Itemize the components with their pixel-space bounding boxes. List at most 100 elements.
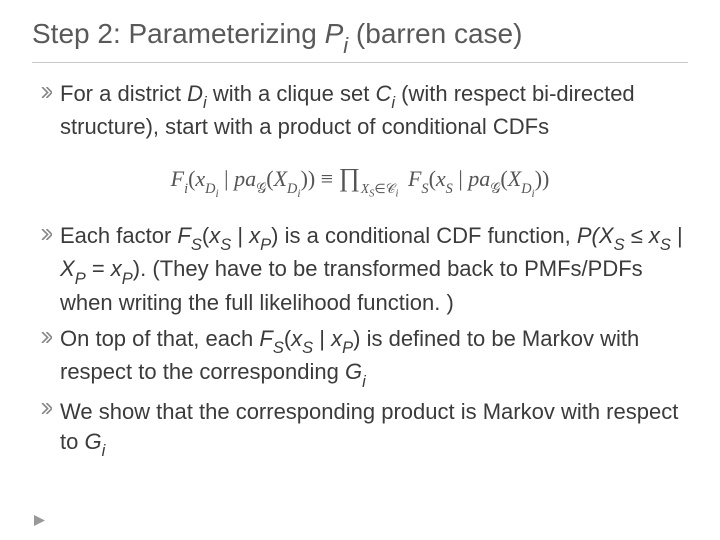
f-pa: pa — [234, 166, 256, 191]
var-X-sub: S — [614, 236, 625, 254]
bullet-icon — [32, 221, 60, 240]
f-bar: | — [219, 166, 234, 191]
var-F-sub: S — [191, 236, 202, 254]
bullet-item: On top of that, each FS(xS | xP) is defi… — [32, 324, 688, 391]
var-x4: x — [111, 256, 122, 281]
slide-title: Step 2: Parameterizing Pi (barren case) — [32, 18, 688, 63]
slide: Step 2: Parameterizing Pi (barren case) … — [0, 0, 720, 540]
bar: | — [313, 326, 331, 351]
var-x2: x — [331, 326, 342, 351]
text-run: Each factor — [60, 223, 177, 248]
var-G-sub: i — [362, 373, 366, 391]
f-rpo: ( — [500, 166, 507, 191]
var-x3-sub: S — [660, 236, 671, 254]
title-pvar-sub: i — [343, 33, 348, 58]
f-equiv: ≡ — [321, 166, 339, 191]
f-rxS: S — [446, 181, 453, 197]
le: ≤ — [625, 223, 649, 248]
f-Di: D — [205, 181, 215, 197]
f-XDi: D — [287, 181, 297, 197]
var-x3: x — [649, 223, 660, 248]
text-run: For a district — [60, 81, 187, 106]
paren: ) — [271, 223, 278, 248]
f-XDii: i — [297, 188, 300, 200]
var-x2-sub: P — [260, 236, 271, 254]
text-run: On top of that, each — [60, 326, 259, 351]
f-rpc: )) — [535, 166, 550, 191]
f-prod: ∏ — [339, 163, 360, 192]
var-X: X — [599, 223, 614, 248]
var-D-sub: i — [203, 94, 207, 112]
f-rx: x — [436, 166, 446, 191]
f-rXDii: i — [532, 188, 535, 200]
f-psIn: ∈ — [374, 181, 386, 196]
var-C-sub: i — [391, 94, 395, 112]
f-x: x — [195, 166, 205, 191]
var-x-sub: S — [302, 339, 313, 357]
f-po: ( — [266, 166, 273, 191]
title-prefix: Step 2: Parameterizing — [32, 18, 325, 49]
formula: Fi(xDi | pa𝒢(XDi)) ≡ ∏XS∈𝒞i FS(xS | pa𝒢(… — [32, 160, 688, 201]
slide-body: For a district Di with a clique set Ci (… — [32, 79, 688, 461]
bar: | — [231, 223, 249, 248]
f-rpa: pa — [468, 166, 490, 191]
bar: | — [671, 223, 683, 248]
f-ro: ( — [429, 166, 436, 191]
var-G: G — [345, 359, 362, 384]
bullet-text: On top of that, each FS(xS | xP) is defi… — [60, 324, 688, 391]
var-F: F — [177, 223, 190, 248]
text-run: with a clique set — [207, 81, 376, 106]
f-F: F — [171, 166, 184, 191]
f-psX: X — [361, 181, 369, 196]
paren: ). — [133, 256, 146, 281]
title-pvar: P — [325, 18, 344, 49]
bullet-text: Each factor FS(xS | xP) is a conditional… — [60, 221, 688, 318]
eq: = — [86, 256, 111, 281]
var-C: C — [375, 81, 391, 106]
bullet-icon — [32, 79, 60, 98]
bullet-text: For a district Di with a clique set Ci (… — [60, 79, 688, 142]
var-F-sub: S — [273, 339, 284, 357]
bullet-item: Each factor FS(xS | xP) is a conditional… — [32, 221, 688, 318]
f-pc: )) — [301, 166, 316, 191]
var-G: G — [84, 429, 101, 454]
var-D: D — [187, 81, 203, 106]
f-prod-sub: XS∈𝒞i — [361, 181, 398, 196]
f-psi: i — [396, 189, 399, 200]
f-i: i — [184, 181, 188, 197]
f-xsub: Di — [205, 181, 219, 197]
f-Xsub: Di — [287, 181, 301, 197]
var-X2: X — [60, 256, 75, 281]
play-icon — [34, 504, 45, 534]
title-suffix: (barren case) — [348, 18, 522, 49]
var-x-sub: S — [220, 236, 231, 254]
var-x: x — [209, 223, 220, 248]
text-run: (They have to be transformed back to PMF… — [60, 256, 643, 315]
f-rhs: FS(xS | pa𝒢(XDi)) — [408, 166, 549, 191]
paren: P( — [577, 223, 599, 248]
f-rbar: | — [453, 166, 468, 191]
var-G-sub: i — [102, 442, 106, 460]
f-g: 𝒢 — [256, 181, 266, 197]
f-psC: 𝒞 — [386, 181, 396, 196]
text-run: is a conditional CDF function, — [279, 223, 577, 248]
var-F: F — [259, 326, 272, 351]
bullet-icon — [32, 397, 60, 414]
bullet-icon — [32, 324, 60, 343]
bullet-item: We show that the corresponding product i… — [32, 397, 688, 460]
f-rX: X — [508, 166, 521, 191]
f-rF: F — [408, 166, 421, 191]
var-x2: x — [249, 223, 260, 248]
bullet-text: We show that the corresponding product i… — [60, 397, 688, 460]
f-rg: 𝒢 — [490, 181, 500, 197]
var-x: x — [291, 326, 302, 351]
f-rS: S — [421, 181, 428, 197]
text-run: We show that the corresponding product i… — [60, 399, 678, 454]
var-x4-sub: P — [122, 270, 133, 288]
var-X2-sub: P — [75, 270, 86, 288]
bullet-item: For a district Di with a clique set Ci (… — [32, 79, 688, 142]
f-Dii: i — [215, 188, 218, 200]
f-rXDi: D — [521, 181, 531, 197]
f-X: X — [274, 166, 287, 191]
var-x2-sub: P — [342, 339, 353, 357]
